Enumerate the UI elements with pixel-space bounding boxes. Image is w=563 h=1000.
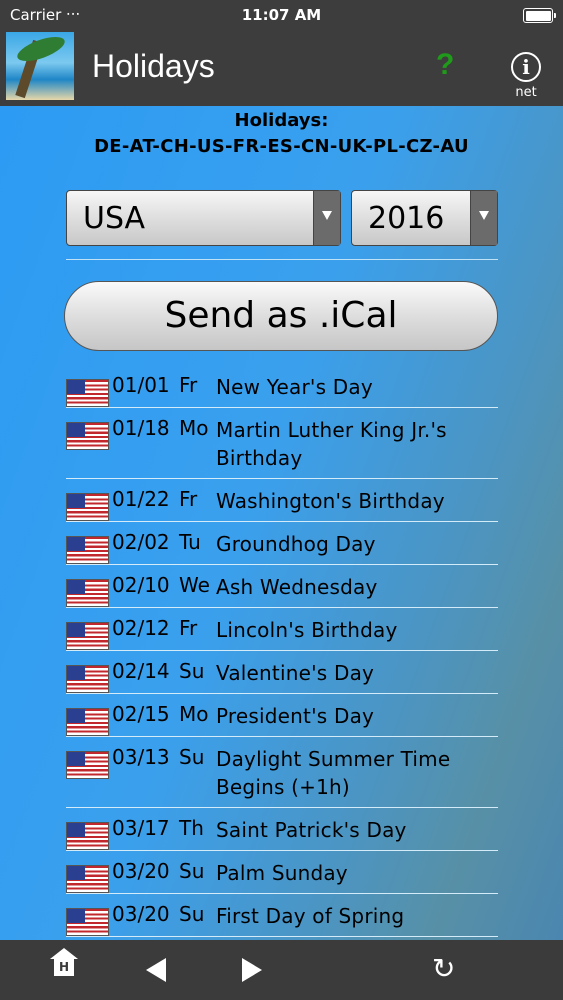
country-select-value: USA bbox=[83, 201, 146, 236]
status-bar: Carrier ⋅⋅⋅ 11:07 AM bbox=[0, 0, 563, 30]
holiday-row[interactable]: 03/13 Su Daylight Summer Time Begins (+1h) bbox=[66, 737, 498, 808]
holiday-date: 01/18 bbox=[112, 416, 170, 440]
holiday-weekday: Mo bbox=[179, 702, 209, 726]
page-title: Holidays bbox=[92, 48, 215, 84]
holiday-name: Saint Patrick's Day bbox=[216, 818, 407, 842]
holiday-name: Palm Sunday bbox=[216, 861, 348, 885]
us-flag-icon bbox=[66, 579, 109, 607]
holiday-date: 03/17 bbox=[112, 816, 170, 840]
us-flag-icon bbox=[66, 751, 109, 779]
holiday-name: First Day of Spring bbox=[216, 904, 405, 928]
divider bbox=[66, 259, 498, 260]
holiday-weekday: Fr bbox=[179, 487, 198, 511]
holiday-row[interactable]: 02/12 Fr Lincoln's Birthday bbox=[66, 608, 498, 651]
home-icon[interactable]: H bbox=[50, 948, 78, 976]
header-title: Holidays: bbox=[234, 110, 329, 131]
holiday-name: Ash Wednesday bbox=[216, 575, 378, 599]
holiday-date: 02/10 bbox=[112, 573, 170, 597]
chevron-down-icon bbox=[470, 191, 497, 245]
us-flag-icon bbox=[66, 379, 109, 407]
holiday-date: 03/20 bbox=[112, 859, 170, 883]
year-select[interactable]: 2016 bbox=[351, 190, 498, 246]
us-flag-icon bbox=[66, 493, 109, 521]
holiday-name: Washington's Birthday bbox=[216, 489, 445, 513]
battery-icon bbox=[523, 8, 556, 23]
holiday-name: Lincoln's Birthday bbox=[216, 618, 398, 642]
header-countries: DE-AT-CH-US-FR-ES-CN-UK-PL-CZ-AU bbox=[94, 136, 469, 157]
holiday-row[interactable]: 02/10 We Ash Wednesday bbox=[66, 565, 498, 608]
info-label: net bbox=[515, 85, 537, 100]
holiday-row[interactable]: 01/01 Fr New Year's Day bbox=[66, 365, 498, 408]
holiday-row[interactable]: 03/20 Su Palm Sunday bbox=[66, 851, 498, 894]
us-flag-icon bbox=[66, 822, 109, 850]
holiday-weekday: Tu bbox=[179, 530, 201, 554]
clock: 11:07 AM bbox=[241, 6, 322, 24]
chevron-down-icon bbox=[313, 191, 340, 245]
holiday-date: 03/20 bbox=[112, 902, 170, 926]
holiday-weekday: We bbox=[179, 573, 210, 597]
holiday-weekday: Su bbox=[179, 902, 205, 926]
holiday-weekday: Su bbox=[179, 859, 205, 883]
holiday-row[interactable]: 01/18 Mo Martin Luther King Jr.'s Birthday bbox=[66, 408, 498, 479]
year-select-value: 2016 bbox=[368, 201, 445, 236]
country-select[interactable]: USA bbox=[66, 190, 341, 246]
holiday-weekday: Th bbox=[179, 816, 204, 840]
us-flag-icon bbox=[66, 622, 109, 650]
holiday-date: 01/01 bbox=[112, 373, 170, 397]
holiday-date: 02/12 bbox=[112, 616, 170, 640]
nav-bar: Holidays ? i net bbox=[0, 30, 563, 106]
help-button[interactable]: ? bbox=[436, 48, 454, 82]
us-flag-icon bbox=[66, 422, 109, 450]
back-arrow-icon[interactable] bbox=[146, 958, 166, 982]
holiday-row[interactable]: 02/02 Tu Groundhog Day bbox=[66, 522, 498, 565]
beach-palm-icon bbox=[6, 32, 74, 100]
info-circle-icon[interactable]: i bbox=[511, 52, 541, 82]
holiday-row[interactable]: 01/22 Fr Washington's Birthday bbox=[66, 479, 498, 522]
holiday-date: 02/14 bbox=[112, 659, 170, 683]
holiday-row[interactable]: 03/20 Su First Day of Spring bbox=[66, 894, 498, 937]
holiday-weekday: Mo bbox=[179, 416, 209, 440]
holiday-weekday: Fr bbox=[179, 373, 198, 397]
us-flag-icon bbox=[66, 665, 109, 693]
holiday-row[interactable]: 02/15 Mo President's Day bbox=[66, 694, 498, 737]
holiday-date: 02/15 bbox=[112, 702, 170, 726]
us-flag-icon bbox=[66, 536, 109, 564]
reload-icon[interactable]: ↻ bbox=[432, 952, 455, 985]
bottom-toolbar: H ↻ bbox=[0, 940, 563, 1000]
main-content: Holidays: DE-AT-CH-US-FR-ES-CN-UK-PL-CZ-… bbox=[0, 106, 563, 940]
holiday-name: Groundhog Day bbox=[216, 532, 376, 556]
us-flag-icon bbox=[66, 865, 109, 893]
holiday-name: President's Day bbox=[216, 704, 375, 728]
holiday-date: 02/02 bbox=[112, 530, 170, 554]
holiday-name: Valentine's Day bbox=[216, 661, 375, 685]
holiday-date: 01/22 bbox=[112, 487, 170, 511]
send-ical-button[interactable]: Send as .iCal bbox=[64, 281, 498, 351]
holiday-row[interactable]: 02/14 Su Valentine's Day bbox=[66, 651, 498, 694]
us-flag-icon bbox=[66, 908, 109, 936]
holiday-weekday: Fr bbox=[179, 616, 198, 640]
us-flag-icon bbox=[66, 708, 109, 736]
forward-arrow-icon[interactable] bbox=[242, 958, 262, 982]
holiday-name: Daylight Summer Time Begins (+1h) bbox=[216, 747, 451, 799]
holiday-weekday: Su bbox=[179, 745, 205, 769]
holiday-name: Martin Luther King Jr.'s Birthday bbox=[216, 418, 447, 470]
holiday-list[interactable]: 01/01 Fr New Year's Day 01/18 Mo Martin Luthe… bbox=[66, 365, 498, 937]
holiday-weekday: Su bbox=[179, 659, 205, 683]
holiday-row[interactable]: 03/17 Th Saint Patrick's Day bbox=[66, 808, 498, 851]
holiday-name: New Year's Day bbox=[216, 375, 373, 399]
holiday-date: 03/13 bbox=[112, 745, 170, 769]
